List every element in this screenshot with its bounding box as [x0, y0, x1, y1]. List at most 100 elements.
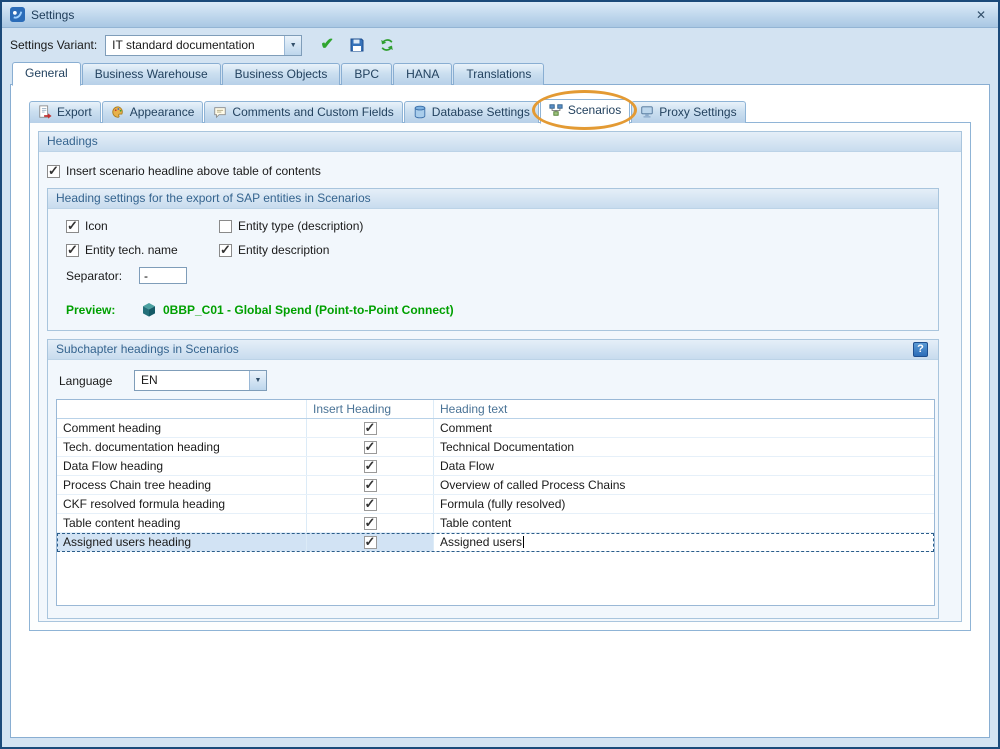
separator-input[interactable] — [139, 267, 187, 284]
table-row[interactable]: Table content heading Table content — [57, 514, 934, 533]
subchapter-headings-group: Subchapter headings in Scenarios ? Langu… — [47, 339, 939, 619]
close-icon: ✕ — [976, 8, 986, 22]
variant-combobox[interactable]: IT standard documentation — [105, 35, 302, 56]
row-checkbox[interactable] — [364, 460, 377, 473]
icon-checkbox[interactable] — [66, 220, 79, 233]
entity-tech-name-checkbox-label: Entity tech. name — [85, 243, 178, 257]
entity-type-checkbox-label: Entity type (description) — [238, 219, 363, 233]
table-row[interactable]: CKF resolved formula heading Formula (fu… — [57, 495, 934, 514]
icon-option: Icon — [66, 219, 219, 233]
tab-business-warehouse[interactable]: Business Warehouse — [82, 63, 221, 85]
table-row[interactable]: Comment heading Comment — [57, 419, 934, 438]
save-variant-button[interactable] — [346, 34, 368, 56]
entity-tech-name-checkbox[interactable] — [66, 244, 79, 257]
help-icon: ? — [917, 340, 924, 359]
row-checkbox[interactable] — [364, 517, 377, 530]
apply-variant-button[interactable]: ✔ — [316, 34, 338, 56]
row-name[interactable]: Tech. documentation heading — [57, 438, 307, 456]
row-name[interactable]: Assigned users heading — [57, 533, 307, 551]
variant-value: IT standard documentation — [106, 36, 284, 55]
row-text[interactable]: Formula (fully resolved) — [434, 495, 934, 513]
row-checkbox[interactable] — [364, 441, 377, 454]
subtab-appearance[interactable]: Appearance — [102, 101, 204, 123]
general-tab-panel: Export Appearance Comments and Custom Fi… — [10, 84, 990, 738]
table-row[interactable]: Assigned users heading Assigned users — [57, 533, 934, 552]
row-checkbox[interactable] — [364, 479, 377, 492]
settings-window: Settings ✕ Settings Variant: IT standard… — [0, 0, 1000, 749]
row-text[interactable]: Technical Documentation — [434, 438, 934, 456]
table-row[interactable]: Tech. documentation heading Technical Do… — [57, 438, 934, 457]
subchapter-headings-title: Subchapter headings in Scenarios — [56, 340, 913, 359]
row-checkbox-cell — [307, 419, 434, 437]
language-label: Language — [59, 374, 123, 388]
row-checkbox-cell — [307, 476, 434, 494]
row-text[interactable]: Data Flow — [434, 457, 934, 475]
row-name[interactable]: Table content heading — [57, 514, 307, 532]
row-name[interactable]: Comment heading — [57, 419, 307, 437]
row-text[interactable]: Overview of called Process Chains — [434, 476, 934, 494]
sub-tab-bar: Export Appearance Comments and Custom Fi… — [29, 98, 989, 123]
row-text[interactable]: Assigned users — [434, 533, 934, 551]
table-row[interactable]: Process Chain tree heading Overview of c… — [57, 476, 934, 495]
language-combobox[interactable]: EN — [134, 370, 267, 391]
help-button[interactable]: ? — [913, 342, 928, 357]
entity-description-checkbox[interactable] — [219, 244, 232, 257]
subtab-database-settings[interactable]: Database Settings — [404, 101, 539, 123]
refresh-variant-button[interactable] — [376, 34, 398, 56]
close-button[interactable]: ✕ — [972, 7, 990, 23]
row-checkbox[interactable] — [364, 536, 377, 549]
row-checkbox[interactable] — [364, 498, 377, 511]
entity-type-checkbox[interactable] — [219, 220, 232, 233]
heading-settings-header: Heading settings for the export of SAP e… — [48, 189, 938, 209]
subtab-comments-custom-fields[interactable]: Comments and Custom Fields — [204, 101, 402, 123]
variant-toolbar: Settings Variant: IT standard documentat… — [2, 28, 998, 62]
table-row[interactable]: Data Flow heading Data Flow — [57, 457, 934, 476]
database-icon — [413, 105, 427, 119]
headings-table-body: Comment heading Comment Tech. documentat… — [57, 419, 934, 552]
row-checkbox[interactable] — [364, 422, 377, 435]
insert-scenario-row: Insert scenario headline above table of … — [47, 164, 961, 178]
title-bar: Settings ✕ — [2, 2, 998, 28]
subchapter-headings-header: Subchapter headings in Scenarios ? — [48, 340, 938, 360]
row-text[interactable]: Table content — [434, 514, 934, 532]
tab-general[interactable]: General — [12, 62, 81, 86]
infocube-icon — [141, 302, 157, 318]
save-icon — [349, 37, 365, 53]
column-header-insert-heading: Insert Heading — [307, 400, 434, 418]
comments-icon — [213, 105, 227, 119]
row-checkbox-cell — [307, 495, 434, 513]
row-checkbox-cell — [307, 457, 434, 475]
headings-table: Insert Heading Heading text Comment head… — [56, 399, 935, 606]
tab-business-objects[interactable]: Business Objects — [222, 63, 341, 85]
heading-options-grid: Icon Entity type (description) Entity te… — [66, 219, 546, 257]
chevron-down-icon[interactable] — [249, 371, 266, 390]
row-name[interactable]: Process Chain tree heading — [57, 476, 307, 494]
tab-hana[interactable]: HANA — [393, 63, 452, 85]
subtab-label: Comments and Custom Fields — [232, 105, 393, 119]
subtab-label: Appearance — [130, 105, 195, 119]
subtab-scenarios[interactable]: Scenarios — [540, 99, 630, 124]
subtab-export[interactable]: Export — [29, 101, 101, 123]
row-name[interactable]: Data Flow heading — [57, 457, 307, 475]
tab-bpc[interactable]: BPC — [341, 63, 392, 85]
proxy-icon — [640, 105, 654, 119]
text-caret — [523, 536, 524, 548]
row-text[interactable]: Comment — [434, 419, 934, 437]
subtab-proxy-settings[interactable]: Proxy Settings — [631, 101, 745, 123]
subtab-label: Export — [57, 105, 92, 119]
headings-table-header: Insert Heading Heading text — [57, 400, 934, 419]
headings-group-header: Headings — [39, 132, 961, 152]
chevron-down-icon[interactable] — [284, 36, 301, 55]
entity-description-checkbox-label: Entity description — [238, 243, 329, 257]
preview-row: Preview: 0BBP_C01 - Global Spend (Point-… — [66, 302, 938, 318]
headings-group: Headings Insert scenario headline above … — [38, 131, 962, 622]
subtab-label: Database Settings — [432, 105, 530, 119]
row-checkbox-cell — [307, 438, 434, 456]
tab-translations[interactable]: Translations — [453, 63, 544, 85]
entity-description-option: Entity description — [219, 243, 546, 257]
row-name[interactable]: CKF resolved formula heading — [57, 495, 307, 513]
icon-checkbox-label: Icon — [85, 219, 108, 233]
scenarios-icon — [549, 103, 563, 117]
insert-scenario-checkbox[interactable] — [47, 165, 60, 178]
window-title: Settings — [31, 8, 74, 22]
